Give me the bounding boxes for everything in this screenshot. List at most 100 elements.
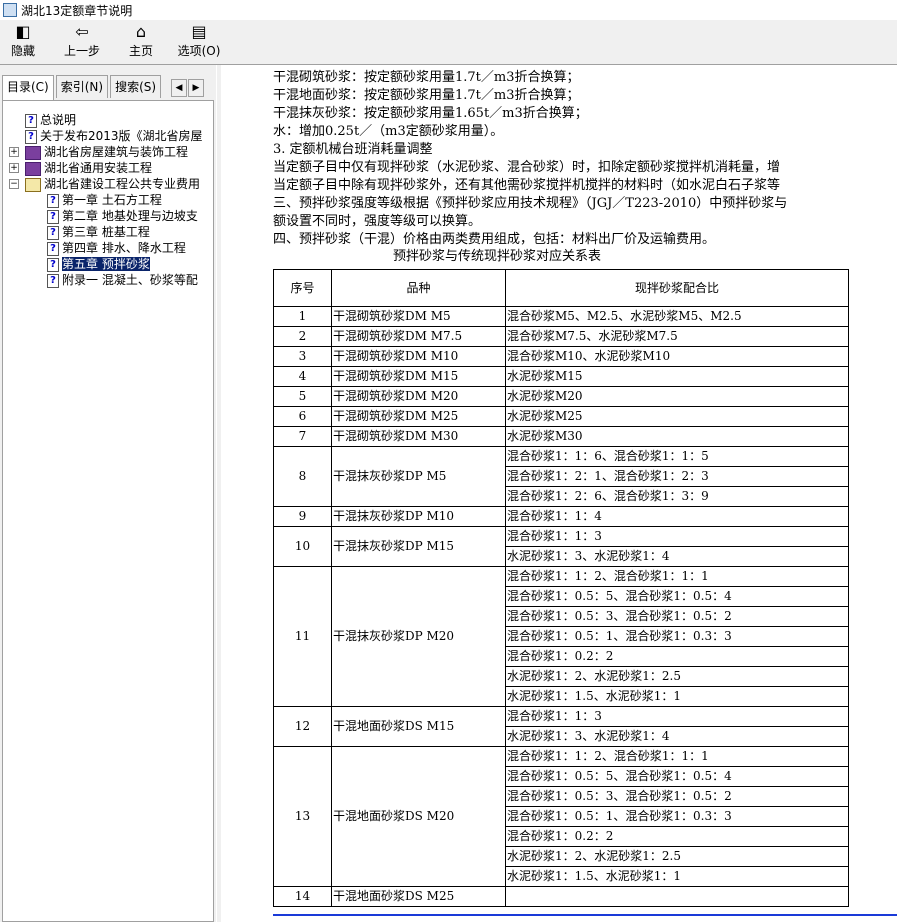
cell-kind: 干混地面砂浆DS M15: [331, 706, 506, 747]
tab-scroll-left-icon[interactable]: ◀: [171, 79, 187, 97]
tree-item-chapter1[interactable]: ? 第一章 土石方工程: [47, 192, 162, 208]
cell-kind: 干混地面砂浆DS M20: [331, 746, 506, 887]
header-no: 序号: [273, 269, 332, 307]
cell-no: 6: [273, 406, 332, 427]
tree-item-chapter5-selected[interactable]: ? 第五章 预拌砂浆: [47, 256, 150, 272]
text-line: 四、预拌砂浆（干混）价格由两类费用组成，包括：材料出厂价及运输费用。: [273, 232, 716, 247]
tab-scroll-right-icon[interactable]: ▶: [188, 79, 204, 97]
back-button[interactable]: ⇦ 上一步: [60, 22, 104, 62]
hide-button[interactable]: ◧ 隐藏: [6, 22, 40, 62]
tree-item-label: 附录一 混凝土、砂浆等配: [62, 273, 198, 287]
table-row: 12 干混地面砂浆DS M15 混合砂浆1：1：3: [273, 706, 849, 747]
bottom-divider: [273, 914, 897, 916]
text-line: 3. 定额机械台班消耗量调整: [273, 142, 433, 157]
table-row: 5 干混砌筑砂浆DM M20 水泥砂浆M20: [273, 386, 849, 407]
tree-item-building[interactable]: 湖北省房屋建筑与装饰工程: [25, 144, 188, 160]
cell-mix: 水泥砂浆M20: [505, 386, 849, 407]
tree-item-label: 第三章 桩基工程: [62, 225, 150, 239]
text-line: 干混砌筑砂浆：按定额砂浆用量1.7t／m3折合换算；: [273, 70, 580, 85]
expand-plus-icon[interactable]: +: [9, 163, 19, 173]
cell-mix: 水泥砂浆1：2、水泥砂浆1：2.5: [505, 666, 849, 687]
table-row: 9 干混抹灰砂浆DP M10 混合砂浆1：1：4: [273, 506, 849, 527]
cell-no: 4: [273, 366, 332, 387]
cell-mix: 混合砂浆M7.5、水泥砂浆M7.5: [505, 326, 849, 347]
toolbar: ◧ 隐藏 ⇦ 上一步 ⌂ 主页 ▤ 选项(O): [0, 20, 897, 65]
cell-mix: 混合砂浆1：2：6、混合砂浆1：3：9: [505, 486, 849, 507]
help-topic-icon: ?: [47, 225, 59, 240]
cell-kind: 干混抹灰砂浆DP M10: [331, 506, 506, 527]
cell-mix: 混合砂浆1：0.5：1、混合砂浆1：0.3：3: [505, 626, 849, 647]
table-row: 8 干混抹灰砂浆DP M5 混合砂浆1：1：6、混合砂浆1：1：5: [273, 446, 849, 507]
nav-tabs: 目录(C) 索引(N) 搜索(S): [2, 75, 163, 100]
text-line: 三、预拌砂浆强度等级根据《预拌砂浆应用技术规程》（JGJ／T223-2010）中…: [273, 196, 788, 211]
table-row: 4 干混砌筑砂浆DM M15 水泥砂浆M15: [273, 366, 849, 387]
cell-mix: 混合砂浆1：1：3: [505, 526, 849, 547]
tree-item-label: 第五章 预拌砂浆: [62, 257, 150, 271]
cell-kind: 干混抹灰砂浆DP M15: [331, 526, 506, 567]
cell-kind: 干混砌筑砂浆DM M20: [331, 386, 506, 407]
cell-no: 8: [273, 446, 332, 507]
cell-mix: [505, 886, 849, 907]
title-bar: 湖北13定额章节说明: [0, 0, 897, 20]
tree-item-chapter4[interactable]: ? 第四章 排水、降水工程: [47, 240, 186, 256]
tree-item-notice[interactable]: ? 关于发布2013版《湖北省房屋: [25, 128, 203, 144]
cell-mix: 混合砂浆1：1：2、混合砂浆1：1：1: [505, 566, 849, 587]
cell-kind: 干混地面砂浆DS M25: [331, 886, 506, 907]
home-button[interactable]: ⌂ 主页: [124, 22, 158, 62]
hide-label: 隐藏: [10, 44, 35, 58]
cell-mix: 混合砂浆1：1：4: [505, 506, 849, 527]
book-closed-icon: [25, 161, 41, 176]
help-topic-icon: ?: [25, 113, 37, 128]
cell-kind: 干混砌筑砂浆DM M10: [331, 346, 506, 367]
book-closed-icon: [25, 145, 41, 160]
tree-item-installation[interactable]: 湖北省通用安装工程: [25, 160, 152, 176]
tab-index[interactable]: 索引(N): [55, 75, 109, 98]
cell-mix: 水泥砂浆1：1.5、水泥砂浆1：1: [505, 866, 849, 887]
cell-mix: 水泥砂浆M15: [505, 366, 849, 387]
cell-mix: 混合砂浆1：1：6、混合砂浆1：1：5: [505, 446, 849, 467]
help-topic-icon: ?: [47, 193, 59, 208]
table-row: 14 干混地面砂浆DS M25: [273, 886, 849, 907]
tab-contents[interactable]: 目录(C): [2, 75, 54, 100]
tree-item-label: 总说明: [40, 113, 77, 127]
collapse-minus-icon[interactable]: −: [9, 179, 19, 189]
cell-mix: 混合砂浆1：1：3: [505, 706, 849, 727]
table-row: 10 干混抹灰砂浆DP M15 混合砂浆1：1：3: [273, 526, 849, 567]
table-row: 13 干混地面砂浆DS M20 混合砂浆1：1：2、混合砂浆1：1：1: [273, 746, 849, 887]
cell-mix: 混合砂浆1：0.5：1、混合砂浆1：0.3：3: [505, 806, 849, 827]
cell-no: 10: [273, 526, 332, 567]
tree-item-chapter3[interactable]: ? 第三章 桩基工程: [47, 224, 150, 240]
tree-item-appendix1[interactable]: ? 附录一 混凝土、砂浆等配: [47, 272, 198, 288]
tab-scroll-arrows: ◀ ▶: [171, 79, 205, 97]
table-row: 1 干混砌筑砂浆DM M5 混合砂浆M5、M2.5、水泥砂浆M5、M2.5: [273, 306, 849, 327]
table-row: 6 干混砌筑砂浆DM M25 水泥砂浆M25: [273, 406, 849, 427]
cell-kind: 干混砌筑砂浆DM M15: [331, 366, 506, 387]
tree-item-general[interactable]: ? 总说明: [25, 112, 76, 128]
tree-item-label: 湖北省房屋建筑与装饰工程: [44, 145, 189, 159]
cell-mix: 水泥砂浆1：3、水泥砂浆1：4: [505, 726, 849, 747]
options-icon: ▤: [191, 22, 207, 41]
cell-mix: 混合砂浆1：0.2：2: [505, 646, 849, 667]
tab-search[interactable]: 搜索(S): [110, 75, 162, 98]
cell-no: 14: [273, 886, 332, 907]
options-button[interactable]: ▤ 选项(O): [176, 22, 222, 62]
text-line: 当定额子目中除有现拌砂浆外，还有其他需砂浆搅拌机搅拌的材料时（如水泥白石子浆等: [273, 178, 781, 193]
cell-kind: 干混抹灰砂浆DP M20: [331, 566, 506, 707]
expand-plus-icon[interactable]: +: [9, 147, 19, 157]
tree-item-chapter2[interactable]: ? 第二章 地基处理与边坡支: [47, 208, 198, 224]
cell-kind: 干混抹灰砂浆DP M5: [331, 446, 506, 507]
cell-mix: 混合砂浆M10、水泥砂浆M10: [505, 346, 849, 367]
cell-kind: 干混砌筑砂浆DM M7.5: [331, 326, 506, 347]
tree-item-label: 第二章 地基处理与边坡支: [62, 209, 198, 223]
back-arrow-icon: ⇦: [75, 22, 89, 41]
cell-mix: 水泥砂浆M30: [505, 426, 849, 447]
navigation-pane: 目录(C) 索引(N) 搜索(S) ◀ ▶ ? 总说明 ? 关于发布2013版《湖北…: [0, 65, 216, 922]
help-topic-icon: ?: [25, 129, 37, 144]
home-label: 主页: [128, 44, 153, 58]
cell-mix: 混合砂浆1：0.5：5、混合砂浆1：0.5：4: [505, 766, 849, 787]
cell-mix: 水泥砂浆1：3、水泥砂浆1：4: [505, 546, 849, 567]
table-caption: 预拌砂浆与传统现拌砂浆对应关系表: [393, 249, 602, 264]
table-row: 11 干混抹灰砂浆DP M20 混合砂浆1：1：2、混合砂浆1：1：1: [273, 566, 849, 707]
tree-item-label: 关于发布2013版《湖北省房屋: [40, 129, 203, 143]
tree-item-public-fees[interactable]: 湖北省建设工程公共专业费用: [25, 176, 200, 192]
